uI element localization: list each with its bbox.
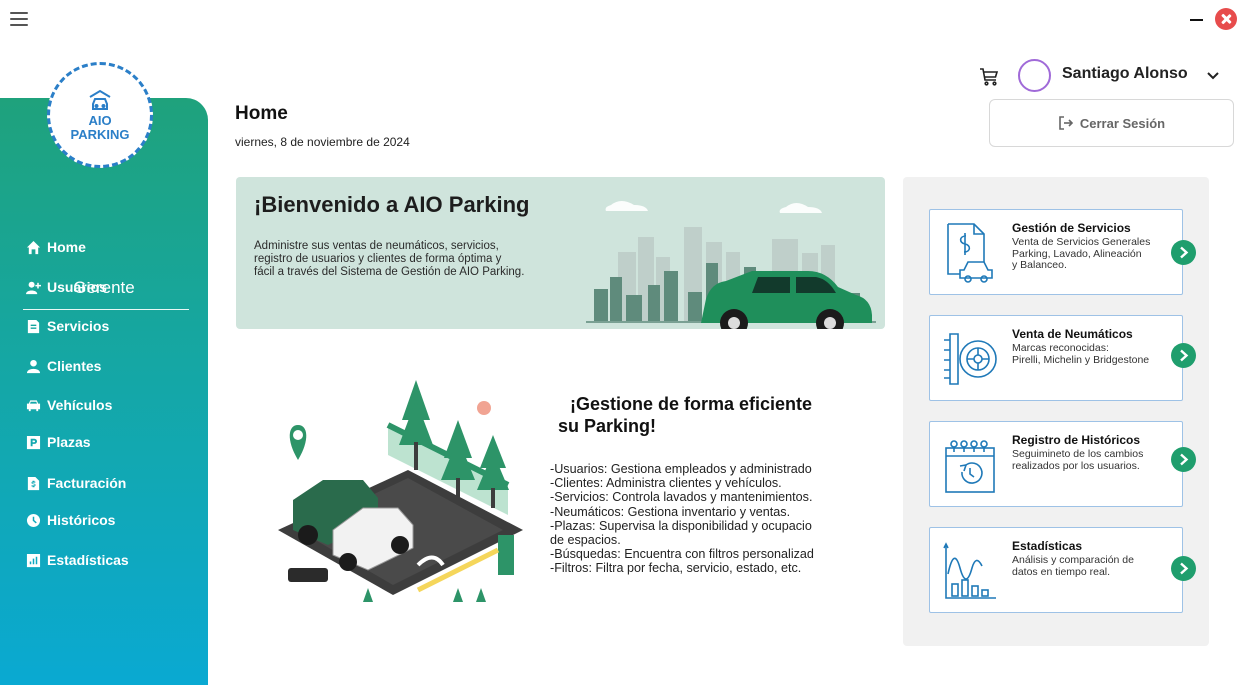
card-gestion-servicios[interactable]: Gestión de Servicios Venta de Servicios … <box>929 209 1196 295</box>
sidebar-item-estadisticas[interactable]: Estadísticas <box>26 548 129 572</box>
banner-text-line: registro de usuarios y clientes de forma… <box>254 253 502 265</box>
card-description: Venta de Servicios Generales Parking, La… <box>1012 237 1172 272</box>
service-document-icon <box>947 223 993 283</box>
logout-button[interactable]: Cerrar Sesión <box>989 99 1234 147</box>
parking-icon <box>26 435 41 449</box>
chevron-down-icon[interactable] <box>1206 69 1220 83</box>
sidebar-item-label: Plazas <box>47 434 91 450</box>
cart-icon[interactable] <box>978 65 1000 87</box>
card-title: Estadísticas <box>1012 539 1083 553</box>
sidebar-item-facturacion[interactable]: Facturación <box>26 471 126 495</box>
chevron-right-icon <box>1180 246 1189 259</box>
sidebar-item-label: Clientes <box>47 358 102 374</box>
feature-line: -Clientes: Administra clientes y vehícul… <box>550 476 782 491</box>
logo-text-aio: AIO <box>88 113 112 128</box>
card-description: Análisis y comparación de datos en tiemp… <box>1012 555 1172 578</box>
minimize-icon[interactable] <box>1188 9 1204 29</box>
clients-icon <box>26 359 41 373</box>
card-title: Registro de Históricos <box>1012 433 1141 447</box>
card-estadisticas[interactable]: Estadísticas Análisis y comparación de d… <box>929 527 1196 613</box>
feature-title-line: su Parking! <box>558 416 657 436</box>
card-arrow-button[interactable] <box>1171 240 1196 265</box>
banner-title: ¡Bienvenido a AIO Parking <box>254 192 530 217</box>
app-logo: AIO PARKING <box>47 62 153 168</box>
sidebar-item-label: Servicios <box>47 318 110 334</box>
card-registro-historicos[interactable]: Registro de Históricos Seguimineto de lo… <box>929 421 1196 507</box>
card-desc-line: Pirelli, Michelin y Bridgestone <box>1012 354 1150 366</box>
feature-title: ¡Gestione de forma eficiente su Parking! <box>558 393 870 437</box>
app-window: Home Usuarios Servicios Clientes Vehícul… <box>0 0 1251 685</box>
card-arrow-button[interactable] <box>1171 447 1196 472</box>
page-date: viernes, 8 de noviembre de 2024 <box>235 135 410 149</box>
logout-icon <box>1059 116 1073 130</box>
card-desc-line: Análisis y comparación de <box>1012 555 1134 566</box>
feature-line: -Servicios: Controla lavados y mantenimi… <box>550 490 813 505</box>
card-venta-neumaticos[interactable]: Venta de Neumáticos Marcas reconocidas: … <box>929 315 1196 401</box>
stats-icon <box>26 553 41 567</box>
feature-line: -Filtros: Filtra por fecha, servicio, es… <box>550 561 802 576</box>
sidebar-item-historicos[interactable]: Históricos <box>26 508 115 532</box>
feature-line: -Usuarios: Gestiona empleados y administ… <box>550 462 812 476</box>
sidebar: Home Usuarios Servicios Clientes Vehícul… <box>0 98 208 685</box>
feature-list: -Usuarios: Gestiona empleados y administ… <box>550 462 868 576</box>
logo-text-parking: PARKING <box>70 127 130 142</box>
sidebar-item-label: Vehículos <box>47 397 113 413</box>
card-desc-line: y Balanceo. <box>1012 260 1067 271</box>
feature-line: -Plazas: Supervisa la disponibilidad y o… <box>550 518 812 533</box>
quick-access-panel: Gestión de Servicios Venta de Servicios … <box>903 177 1209 646</box>
page-title: Home <box>235 103 288 124</box>
sidebar-item-label: Históricos <box>47 512 116 528</box>
home-icon <box>26 240 41 254</box>
feature-line: -Búsquedas: Encuentra con filtros person… <box>550 547 814 562</box>
city-car-illustration <box>586 201 876 329</box>
feature-line: -Neumáticos: Gestiona inventario y venta… <box>550 504 791 519</box>
card-arrow-button[interactable] <box>1171 556 1196 581</box>
close-icon[interactable] <box>1215 8 1237 30</box>
avatar[interactable] <box>1018 59 1051 92</box>
sidebar-item-label: Home <box>47 239 86 255</box>
feature-title-line: ¡Gestione de forma eficiente <box>570 394 813 414</box>
history-icon <box>26 513 41 527</box>
welcome-banner: ¡Bienvenido a AIO Parking Administre sus… <box>236 177 885 329</box>
sidebar-item-vehiculos[interactable]: Vehículos <box>26 393 112 417</box>
card-title: Venta de Neumáticos <box>1012 327 1133 341</box>
tire-icon <box>944 333 997 385</box>
hamburger-icon[interactable] <box>10 12 28 26</box>
card-desc-line: Seguimineto de los cambios <box>1012 449 1144 460</box>
chevron-right-icon <box>1180 562 1189 575</box>
card-desc-line: Venta de Servicios Generales <box>1012 237 1151 248</box>
card-desc-line: Marcas reconocidas: <box>1012 343 1109 354</box>
banner-text: Administre sus ventas de neumáticos, ser… <box>254 240 599 279</box>
user-role: Gerente <box>73 278 135 297</box>
parking-lot-illustration <box>278 380 523 602</box>
sidebar-item-servicios[interactable]: Servicios <box>26 314 109 338</box>
chevron-right-icon <box>1180 453 1189 466</box>
sidebar-item-label: Estadísticas <box>47 552 129 568</box>
card-arrow-button[interactable] <box>1171 343 1196 368</box>
logout-label: Cerrar Sesión <box>1079 115 1166 131</box>
sidebar-item-label: Facturación <box>47 475 127 491</box>
user-name[interactable]: Santiago Alonso <box>1062 65 1188 83</box>
car-icon <box>26 399 41 411</box>
feature-line: de espacios. <box>550 533 621 548</box>
car-logo-icon <box>89 89 111 110</box>
card-desc-line: realizados por los usuarios. <box>1012 460 1140 472</box>
banner-text-line: fácil a través del Sistema de Gestión de… <box>254 266 525 278</box>
invoice-icon <box>27 476 40 490</box>
card-desc-line: datos en tiempo real. <box>1012 566 1111 578</box>
card-desc-line: Parking, Lavado, Alineación <box>1012 248 1142 260</box>
sidebar-item-clientes[interactable]: Clientes <box>26 354 101 378</box>
chart-icon <box>943 542 996 599</box>
card-description: Marcas reconocidas: Pirelli, Michelin y … <box>1012 343 1172 366</box>
card-description: Seguimineto de los cambios realizados po… <box>1012 449 1172 472</box>
sidebar-item-home[interactable]: Home <box>26 235 86 259</box>
sidebar-divider <box>23 309 189 310</box>
card-title: Gestión de Servicios <box>1012 221 1131 235</box>
sidebar-item-plazas[interactable]: Plazas <box>26 430 91 454</box>
banner-text-line: Administre sus ventas de neumáticos, ser… <box>254 240 499 252</box>
calendar-history-icon <box>945 440 995 493</box>
services-icon <box>27 319 40 333</box>
chevron-right-icon <box>1180 349 1189 362</box>
